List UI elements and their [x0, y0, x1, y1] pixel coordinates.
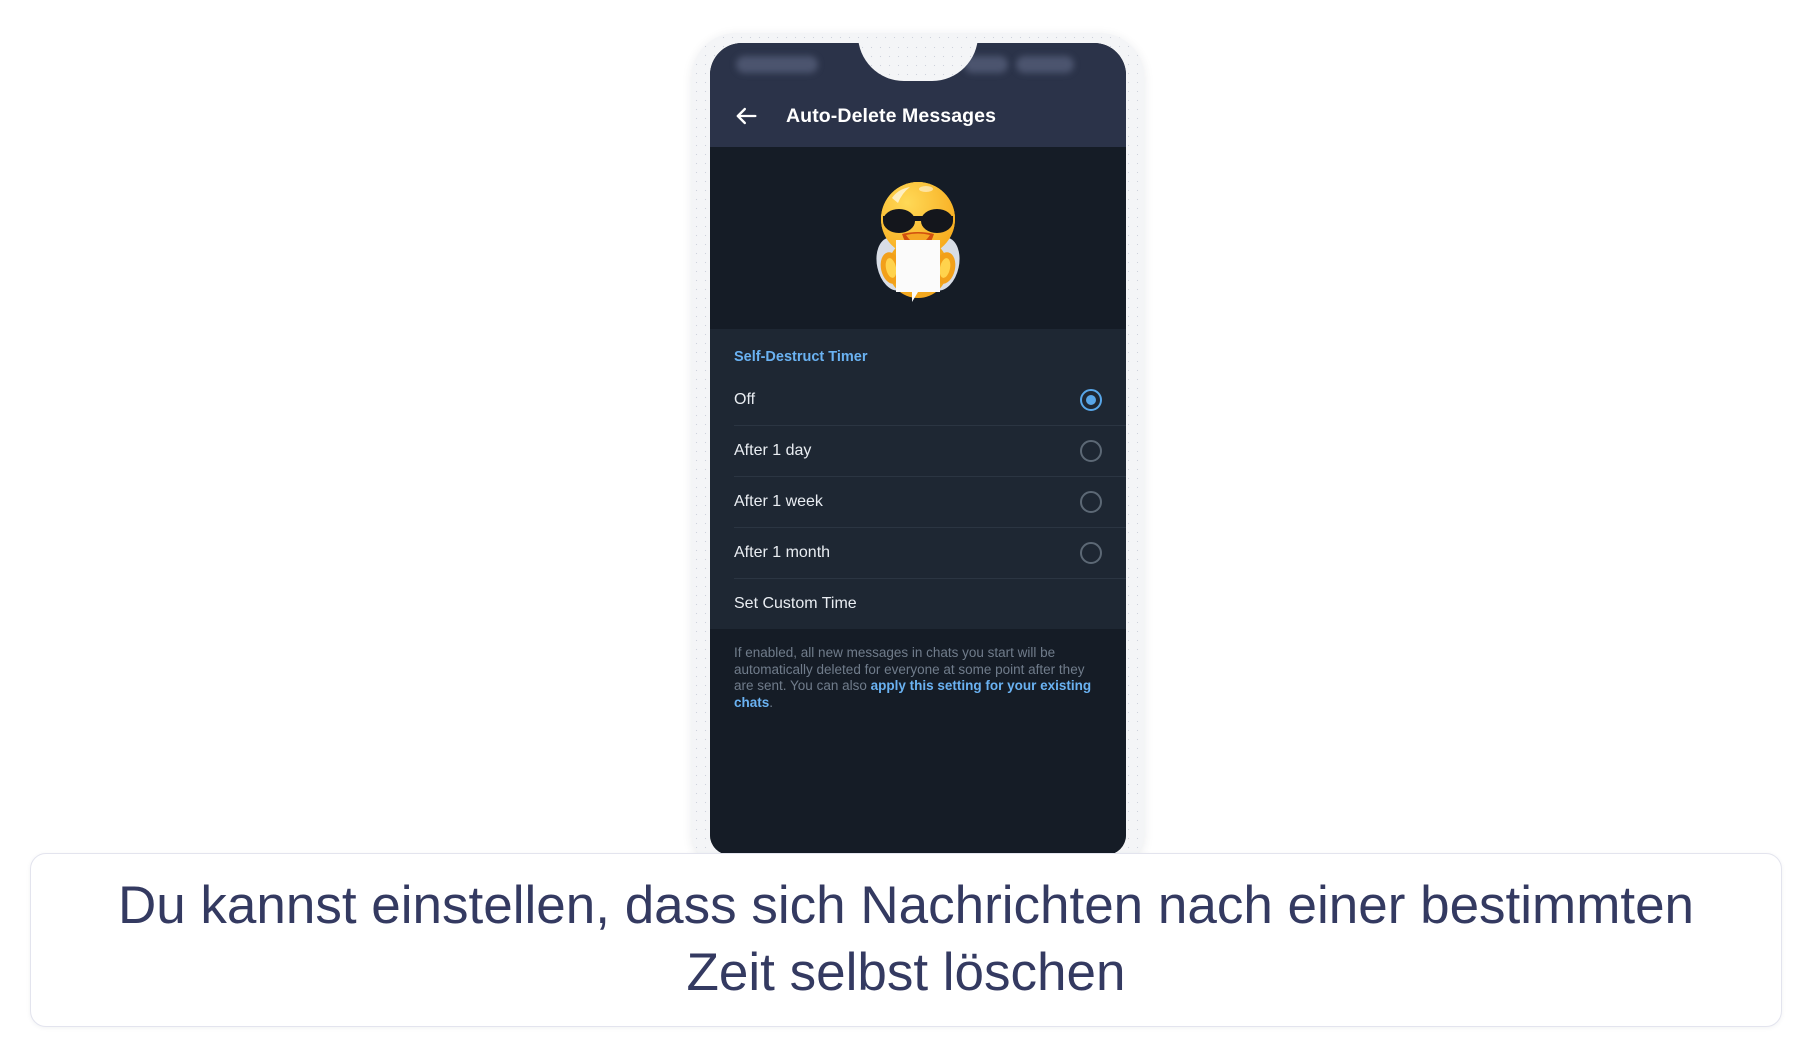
- timer-option-label: Off: [734, 391, 756, 408]
- page-title: Auto-Delete Messages: [786, 104, 997, 127]
- footer-text-after: .: [769, 695, 774, 711]
- screen-empty-area: [710, 731, 1126, 855]
- sticker-illustration-area: [710, 147, 1126, 329]
- set-custom-time-row[interactable]: Set Custom Time: [710, 579, 1126, 629]
- timer-option-label: After 1 week: [734, 493, 823, 510]
- timer-option-after-1-week[interactable]: After 1 week: [710, 477, 1126, 527]
- radio-button-off[interactable]: [1080, 389, 1102, 411]
- display-notch: [858, 43, 978, 81]
- radio-button-after-1-week[interactable]: [1080, 491, 1102, 513]
- section-header: Self-Destruct Timer: [734, 349, 868, 365]
- back-arrow-icon[interactable]: [732, 102, 760, 130]
- app-header: Auto-Delete Messages: [710, 85, 1126, 147]
- timer-option-after-1-day[interactable]: After 1 day: [710, 426, 1126, 476]
- caption-card: Du kannst einstellen, dass sich Nachrich…: [30, 853, 1782, 1027]
- timer-option-label: After 1 month: [734, 544, 831, 561]
- signal-indicator-icon: [736, 56, 818, 73]
- self-destruct-timer-section: Self-Destruct Timer Off After 1 day Afte…: [710, 329, 1126, 629]
- screenshot-root: Auto-Delete Messages Self-Destruct Timer…: [0, 0, 1813, 1044]
- battery-indicator-icon: [1016, 56, 1074, 73]
- caption-text: Du kannst einstellen, dass sich Nachrich…: [117, 876, 1695, 1002]
- set-custom-time-label: Set Custom Time: [734, 595, 857, 612]
- radio-button-after-1-day[interactable]: [1080, 440, 1102, 462]
- timer-option-after-1-month[interactable]: After 1 month: [710, 528, 1126, 578]
- radio-button-after-1-month[interactable]: [1080, 542, 1102, 564]
- phone-screen: Auto-Delete Messages Self-Destruct Timer…: [710, 43, 1126, 855]
- duck-with-sunglasses-holding-sheet-sticker: [876, 182, 960, 302]
- status-bar: [710, 43, 1126, 85]
- phone-device-frame: Auto-Delete Messages Self-Destruct Timer…: [692, 33, 1144, 863]
- timer-option-off[interactable]: Off: [710, 375, 1126, 425]
- footer-description: If enabled, all new messages in chats yo…: [710, 629, 1126, 732]
- timer-option-label: After 1 day: [734, 442, 812, 459]
